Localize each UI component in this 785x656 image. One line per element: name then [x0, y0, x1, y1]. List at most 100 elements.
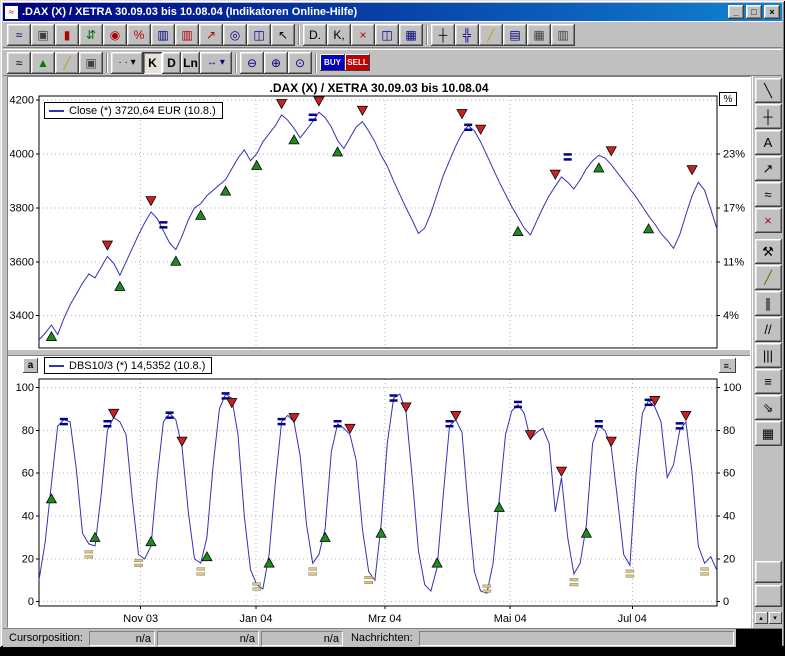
pin-icon[interactable]: ◉ — [103, 24, 127, 46]
sell-signal-marker — [102, 241, 112, 250]
buy-signal-marker — [196, 210, 206, 219]
unused-tool-button-2[interactable] — [755, 585, 782, 607]
pencil-tool[interactable]: ╱ — [755, 265, 782, 290]
text-tool[interactable]: A — [755, 130, 782, 155]
zoom-range-icon[interactable]: ⊙ — [288, 52, 312, 74]
crosshair-icon[interactable]: ┼ — [431, 24, 455, 46]
maximize-button[interactable]: □ — [746, 5, 762, 19]
scroll-up-button[interactable]: ▴ — [755, 612, 768, 624]
signals-icon[interactable]: ▲ — [31, 52, 55, 74]
buy-signal-marker — [46, 332, 56, 341]
indicator-menu-button[interactable]: ≡. — [719, 358, 736, 373]
daily-chart-button[interactable]: D — [162, 52, 181, 74]
sheet-icon[interactable]: ▥ — [551, 24, 575, 46]
k-chart-icon[interactable]: K, — [327, 24, 351, 46]
chart-table-icon[interactable]: ◫ — [375, 24, 399, 46]
copy-icon[interactable]: ▣ — [31, 24, 55, 46]
zoom-in-icon[interactable]: ⊕ — [264, 52, 288, 74]
svg-text:3400: 3400 — [10, 310, 34, 322]
sell-signal-marker — [457, 110, 467, 119]
wave-tool[interactable]: ≈ — [755, 182, 782, 207]
grid-icon[interactable]: ▦ — [527, 24, 551, 46]
buy-signal-marker — [333, 147, 343, 156]
hold-signal-marker — [676, 427, 684, 430]
hold-signal-marker — [446, 425, 454, 428]
pencil-icon[interactable]: ╱ — [479, 24, 503, 46]
compress-button[interactable]: ↔ ▾ — [200, 52, 232, 74]
parallel-lines-tool[interactable]: ∥ — [755, 291, 782, 316]
delete-chart-icon[interactable]: × — [351, 24, 375, 46]
bars-red-icon[interactable]: ▮ — [55, 24, 79, 46]
unused-tool-button-1[interactable] — [755, 561, 782, 583]
buy-signal-marker — [513, 227, 523, 236]
buy-signal-marker — [494, 502, 504, 511]
trend-icon[interactable]: ↗ — [199, 24, 223, 46]
svg-text:11%: 11% — [723, 256, 744, 268]
grid-tool[interactable]: ▦ — [755, 421, 782, 446]
hold-signal-marker — [197, 568, 205, 571]
delete-tool[interactable]: × — [755, 208, 782, 233]
price-legend: Close (*) 3720,64 EUR (10.8.) — [44, 102, 223, 119]
sell-signal-marker — [476, 125, 486, 134]
sell-signal-marker — [681, 411, 691, 420]
indicator-a-button[interactable]: a — [23, 358, 38, 373]
minimize-button[interactable]: _ — [728, 5, 744, 19]
table-icon[interactable]: ▦ — [399, 24, 423, 46]
scroll-down-button[interactable]: ▾ — [769, 612, 782, 624]
svg-text:40: 40 — [22, 511, 34, 523]
vertical-lines-tool[interactable]: ||| — [755, 343, 782, 368]
price-legend-text: Close (*) 3720,64 EUR (10.8.) — [69, 105, 216, 117]
hold-signal-marker — [564, 158, 572, 161]
panel-splitter[interactable] — [8, 349, 750, 356]
hold-signal-marker — [222, 392, 230, 395]
buy-signal-marker — [252, 161, 262, 170]
titlebar[interactable]: ≈ .DAX (X) / XETRA 30.09.03 bis 10.08.04… — [3, 3, 782, 21]
windows-icon[interactable]: ◫ — [247, 24, 271, 46]
percent-icon[interactable]: % — [127, 24, 151, 46]
line-tool[interactable]: ╲ — [755, 78, 782, 103]
bars-blue-icon[interactable]: ▥ — [151, 24, 175, 46]
sell-button[interactable]: SELL — [345, 54, 370, 71]
hatch-tool[interactable]: // — [755, 317, 782, 342]
hold-signal-marker — [60, 418, 68, 421]
chart-new-icon[interactable]: ≈ — [7, 24, 31, 46]
d-chart-icon[interactable]: D. — [303, 24, 327, 46]
hammer-tool[interactable]: ⚒ — [755, 239, 782, 264]
zoom-out-icon[interactable]: ⊖ — [240, 52, 264, 74]
toolbar-separator — [235, 53, 237, 73]
histogram-icon[interactable]: ▥ — [175, 24, 199, 46]
toolbar-separator — [298, 25, 300, 45]
settings-icon[interactable]: ▣ — [79, 52, 103, 74]
mini-chart-icon[interactable]: ≈ — [7, 52, 31, 74]
buy-button[interactable]: BUY — [320, 54, 345, 71]
chart-panel: .DAX (X) / XETRA 30.09.03 bis 10.08.04 3… — [7, 76, 751, 628]
sell-signal-marker — [109, 409, 119, 418]
cursor-y-field: n/a — [157, 631, 259, 646]
hold-signal-marker — [85, 551, 93, 554]
hold-signal-marker — [103, 425, 111, 428]
sell-signal-marker — [177, 437, 187, 446]
export-icon[interactable]: ↖ — [271, 24, 295, 46]
arrow-tool[interactable]: ↗ — [755, 156, 782, 181]
levels-tool[interactable]: ≡ — [755, 369, 782, 394]
percent-scale-button[interactable]: % — [719, 92, 737, 106]
report-icon[interactable]: ◎ — [223, 24, 247, 46]
cross-tool[interactable]: ┼ — [755, 104, 782, 129]
fan-tool[interactable]: ⇘ — [755, 395, 782, 420]
log-scale-button[interactable]: Ln — [181, 52, 200, 74]
candle-chart-button[interactable]: K — [143, 52, 162, 74]
move-crosshair-icon[interactable]: ╬ — [455, 24, 479, 46]
toolbar-row-1: ≈▣▮⇵◉%▥▥↗◎◫↖D.K,×◫▦┼╬╱▤▦▥ — [3, 21, 782, 48]
svg-text:Mai 04: Mai 04 — [494, 613, 527, 625]
buy-signal-marker — [594, 163, 604, 172]
toolbar-separator — [767, 234, 769, 238]
hold-signal-marker — [564, 153, 572, 156]
svg-text:100: 100 — [723, 382, 741, 394]
notes-icon[interactable]: ▤ — [503, 24, 527, 46]
updown-arrows-icon[interactable]: ⇵ — [79, 24, 103, 46]
line-style-button[interactable]: · · ▾ — [111, 52, 143, 74]
draw-icon[interactable]: ╱ — [55, 52, 79, 74]
svg-text:4000: 4000 — [10, 148, 34, 160]
close-button[interactable]: × — [764, 5, 780, 19]
svg-text:20: 20 — [22, 553, 34, 565]
